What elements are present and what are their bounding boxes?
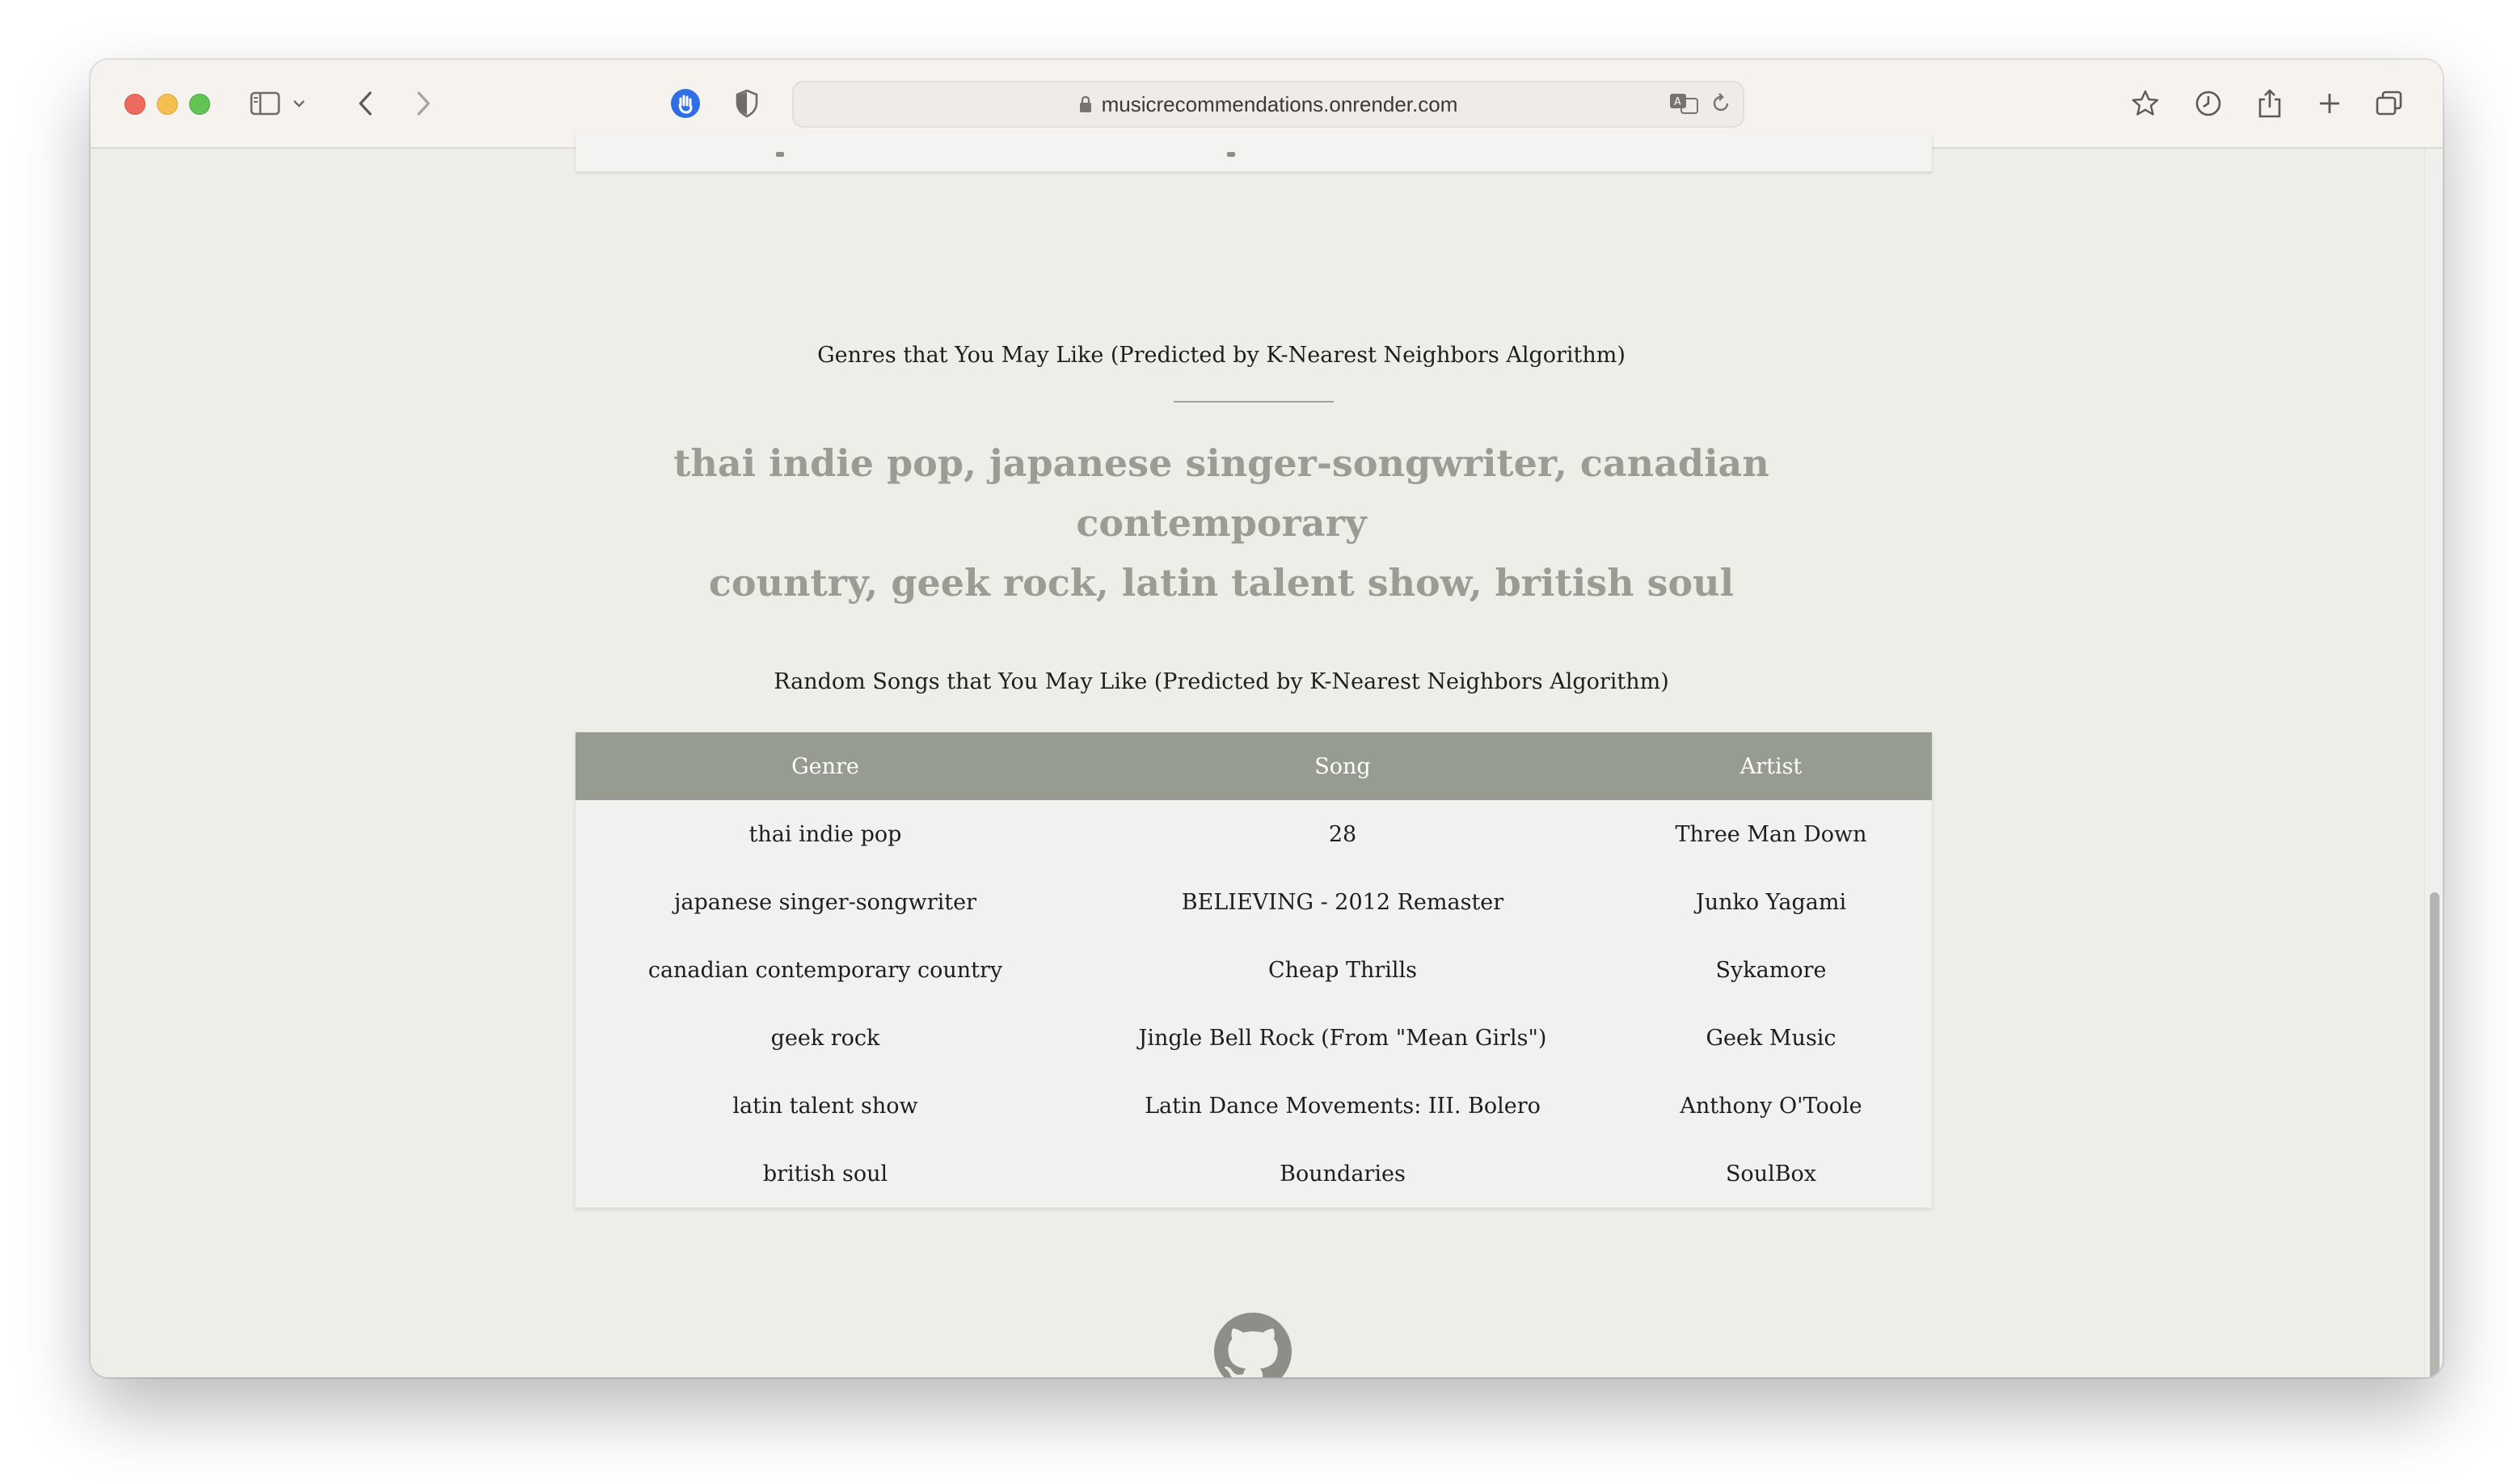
song-cell: Boundaries [1280, 1161, 1406, 1187]
share-icon[interactable] [2254, 87, 2286, 120]
svg-text:A: A [1674, 96, 1681, 108]
genre-cell: thai indie pop [748, 821, 902, 847]
genres-line-1: thai indie pop, japanese singer-songwrit… [673, 441, 1769, 545]
song-cell: BELIEVING - 2012 Remaster [1181, 889, 1504, 915]
column-header-genre: Genre [576, 732, 1075, 800]
scrollbar-thumb[interactable] [2430, 892, 2439, 1377]
genres-line-2: country, geek rock, latin talent show, b… [708, 561, 1735, 605]
table-row: canadian contemporary country Cheap Thri… [576, 936, 1932, 1004]
lock-icon [1079, 95, 1092, 113]
song-cell: Cheap Thrills [1267, 957, 1418, 983]
artist-cell: Sykamore [1715, 957, 1827, 983]
plus-icon[interactable] [2313, 87, 2346, 120]
previous-card-bottom [576, 133, 1932, 171]
artist-cell: Geek Music [1706, 1025, 1836, 1051]
genres-heading: Genres that You May Like (Predicted by K… [817, 343, 1626, 368]
song-cell: Jingle Bell Rock (From "Mean Girls") [1138, 1025, 1547, 1051]
song-cell: Latin Dance Movements: III. Bolero [1145, 1093, 1541, 1119]
table-row: geek rock Jingle Bell Rock (From "Mean G… [576, 1004, 1932, 1072]
translate-icon[interactable]: A [1668, 92, 1699, 120]
scrollbar-track[interactable] [2424, 149, 2443, 1377]
minimize-window-button[interactable] [157, 94, 178, 115]
back-icon[interactable] [349, 87, 382, 120]
genre-cell: canadian contemporary country [647, 957, 1003, 983]
close-window-button[interactable] [124, 94, 145, 115]
chevron-down-icon[interactable] [289, 87, 309, 120]
artist-cell: Anthony O'Toole [1680, 1093, 1862, 1119]
star-icon[interactable] [2129, 87, 2161, 120]
reload-icon[interactable] [1710, 92, 1731, 120]
shield-icon[interactable] [731, 87, 763, 120]
sidebar-icon[interactable] [249, 87, 281, 120]
table-row: thai indie pop 28 Three Man Down [576, 800, 1932, 868]
genre-cell: japanese singer-songwriter [674, 889, 976, 915]
genre-cell: british soul [762, 1161, 888, 1187]
song-cell: 28 [1328, 821, 1357, 847]
artist-cell: SoulBox [1725, 1161, 1817, 1187]
songs-table: Genre Song Artist thai indie pop 28 Thre… [576, 732, 1932, 1208]
column-header-artist: Artist [1610, 732, 1932, 800]
table-row: japanese singer-songwriter BELIEVING - 2… [576, 868, 1932, 936]
table-row: latin talent show Latin Dance Movements:… [576, 1072, 1932, 1140]
tabs-icon[interactable] [2373, 87, 2406, 120]
table-header-row: Genre Song Artist [576, 732, 1932, 800]
url-text: musicrecommendations.onrender.com [1101, 91, 1458, 116]
artist-cell: Three Man Down [1675, 821, 1867, 847]
artist-cell: Junko Yagami [1695, 889, 1847, 915]
genre-cell: latin talent show [732, 1093, 918, 1119]
github-icon[interactable] [1214, 1313, 1292, 1377]
browser-window: musicrecommendations.onrender.com A Genr… [91, 60, 2443, 1377]
page-content: Genres that You May Like (Predicted by K… [91, 133, 2443, 1377]
column-header-song: Song [1075, 732, 1610, 800]
forward-icon[interactable] [407, 87, 440, 120]
heading-divider [1174, 401, 1334, 403]
songs-heading: Random Songs that You May Like (Predicte… [774, 669, 1669, 694]
history-icon[interactable] [2192, 87, 2224, 120]
zoom-window-button[interactable] [189, 94, 210, 115]
hand-icon[interactable] [669, 87, 702, 120]
predicted-genres-text: thai indie pop, japanese singer-songwrit… [543, 433, 1900, 613]
genre-cell: geek rock [770, 1025, 880, 1051]
address-bar[interactable]: musicrecommendations.onrender.com A [792, 81, 1744, 128]
table-row: british soul Boundaries SoulBox [576, 1140, 1932, 1208]
